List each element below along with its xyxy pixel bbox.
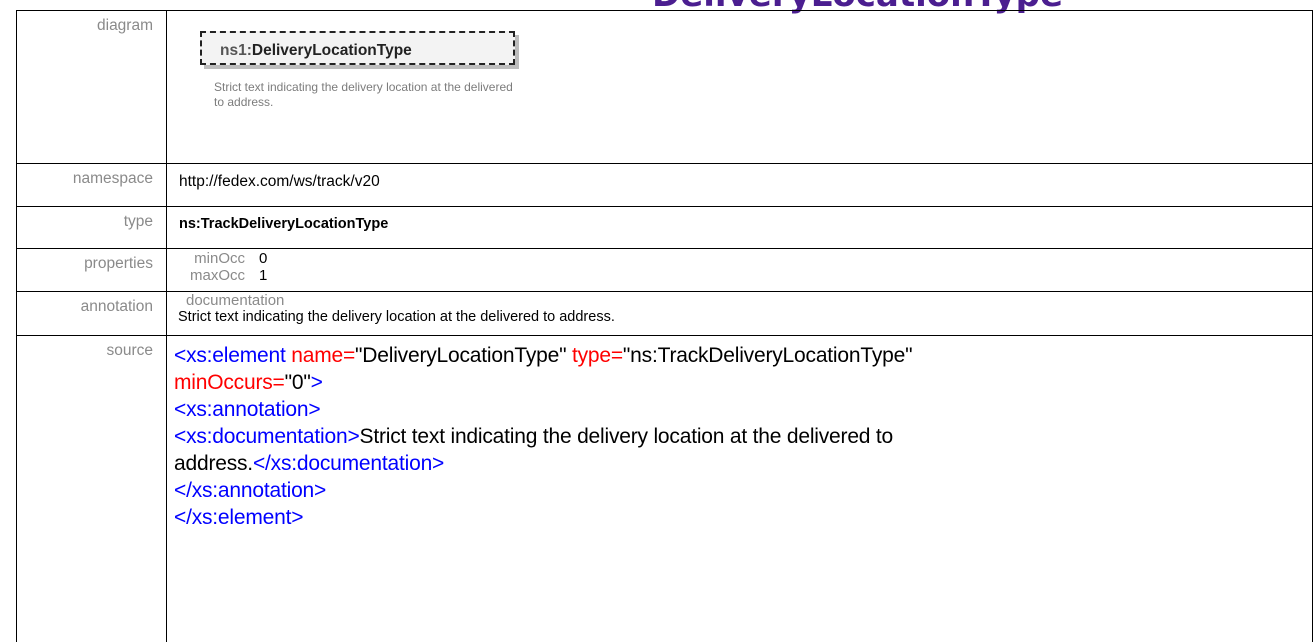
annotation: documentation Strict text indicating the…: [167, 292, 1312, 326]
annotation-key: documentation: [178, 292, 1312, 309]
source-line: </xs:annotation>: [174, 477, 1312, 504]
element-documentation-table: diagram ns1:DeliveryLocationType Strict …: [16, 10, 1313, 642]
source-line: address.</xs:documentation>: [174, 450, 1312, 477]
source-line: minOccurs="0">: [174, 369, 1312, 396]
type-cell: ns:TrackDeliveryLocationType: [167, 207, 1313, 249]
property-key: maxOcc: [187, 267, 245, 284]
annotation-value: Strict text indicating the delivery loca…: [178, 309, 1312, 326]
namespace-row: namespace http://fedex.com/ws/track/v20: [17, 164, 1313, 207]
attr-value: "DeliveryLocationType": [355, 344, 566, 367]
properties-list: minOcc 0 maxOcc 1: [167, 249, 1312, 284]
type-value[interactable]: ns:TrackDeliveryLocationType: [167, 207, 1312, 232]
tag-open: <xs:documentation>: [174, 425, 360, 448]
attr-value: "0": [285, 371, 311, 394]
doc-text: address.: [174, 452, 253, 475]
source-line: </xs:element>: [174, 504, 1312, 531]
properties-cell: minOcc 0 maxOcc 1: [167, 249, 1313, 292]
properties-label: properties: [17, 249, 167, 292]
tag-close: </xs:documentation>: [253, 452, 444, 475]
diagram-label: diagram: [17, 11, 167, 164]
attr-name: type=: [566, 344, 623, 367]
diagram-cell: ns1:DeliveryLocationType Strict text ind…: [167, 11, 1313, 164]
namespace-label: namespace: [17, 164, 167, 207]
attr-value: "ns:TrackDeliveryLocationType": [623, 344, 912, 367]
namespace-value: http://fedex.com/ws/track/v20: [167, 164, 1312, 191]
type-label: type: [17, 207, 167, 249]
annotation-row: annotation documentation Strict text ind…: [17, 292, 1313, 336]
source-line: <xs:annotation>: [174, 396, 1312, 423]
annotation-cell: documentation Strict text indicating the…: [167, 292, 1313, 336]
source-line: <xs:element name="DeliveryLocationType" …: [174, 342, 1312, 369]
property-key: minOcc: [187, 250, 245, 267]
properties-row: properties minOcc 0 maxOcc 1: [17, 249, 1313, 292]
annotation-label: annotation: [17, 292, 167, 336]
property-row: maxOcc 1: [187, 267, 1312, 284]
source-row: source <xs:element name="DeliveryLocatio…: [17, 336, 1313, 642]
property-row: minOcc 0: [187, 250, 1312, 267]
property-value: 1: [259, 267, 267, 284]
element-box[interactable]: ns1:DeliveryLocationType: [200, 31, 515, 65]
element-doc-text: Strict text indicating the delivery loca…: [214, 80, 514, 110]
element-name: DeliveryLocationType: [252, 42, 412, 59]
diagram-row: diagram ns1:DeliveryLocationType Strict …: [17, 11, 1313, 164]
attr-name: minOccurs=: [174, 371, 285, 394]
source-code: <xs:element name="DeliveryLocationType" …: [167, 336, 1312, 531]
tag-close: >: [311, 371, 323, 394]
diagram: ns1:DeliveryLocationType Strict text ind…: [167, 11, 1312, 157]
property-value: 0: [259, 250, 267, 267]
source-line: <xs:documentation>Strict text indicating…: [174, 423, 1312, 450]
source-cell: <xs:element name="DeliveryLocationType" …: [167, 336, 1313, 642]
attr-name: name=: [286, 344, 355, 367]
type-row: type ns:TrackDeliveryLocationType: [17, 207, 1313, 249]
namespace-cell: http://fedex.com/ws/track/v20: [167, 164, 1313, 207]
doc-text: Strict text indicating the delivery loca…: [360, 425, 894, 448]
source-label: source: [17, 336, 167, 642]
tag-open: <xs:element: [174, 344, 286, 367]
element-prefix: ns1:: [220, 42, 252, 59]
